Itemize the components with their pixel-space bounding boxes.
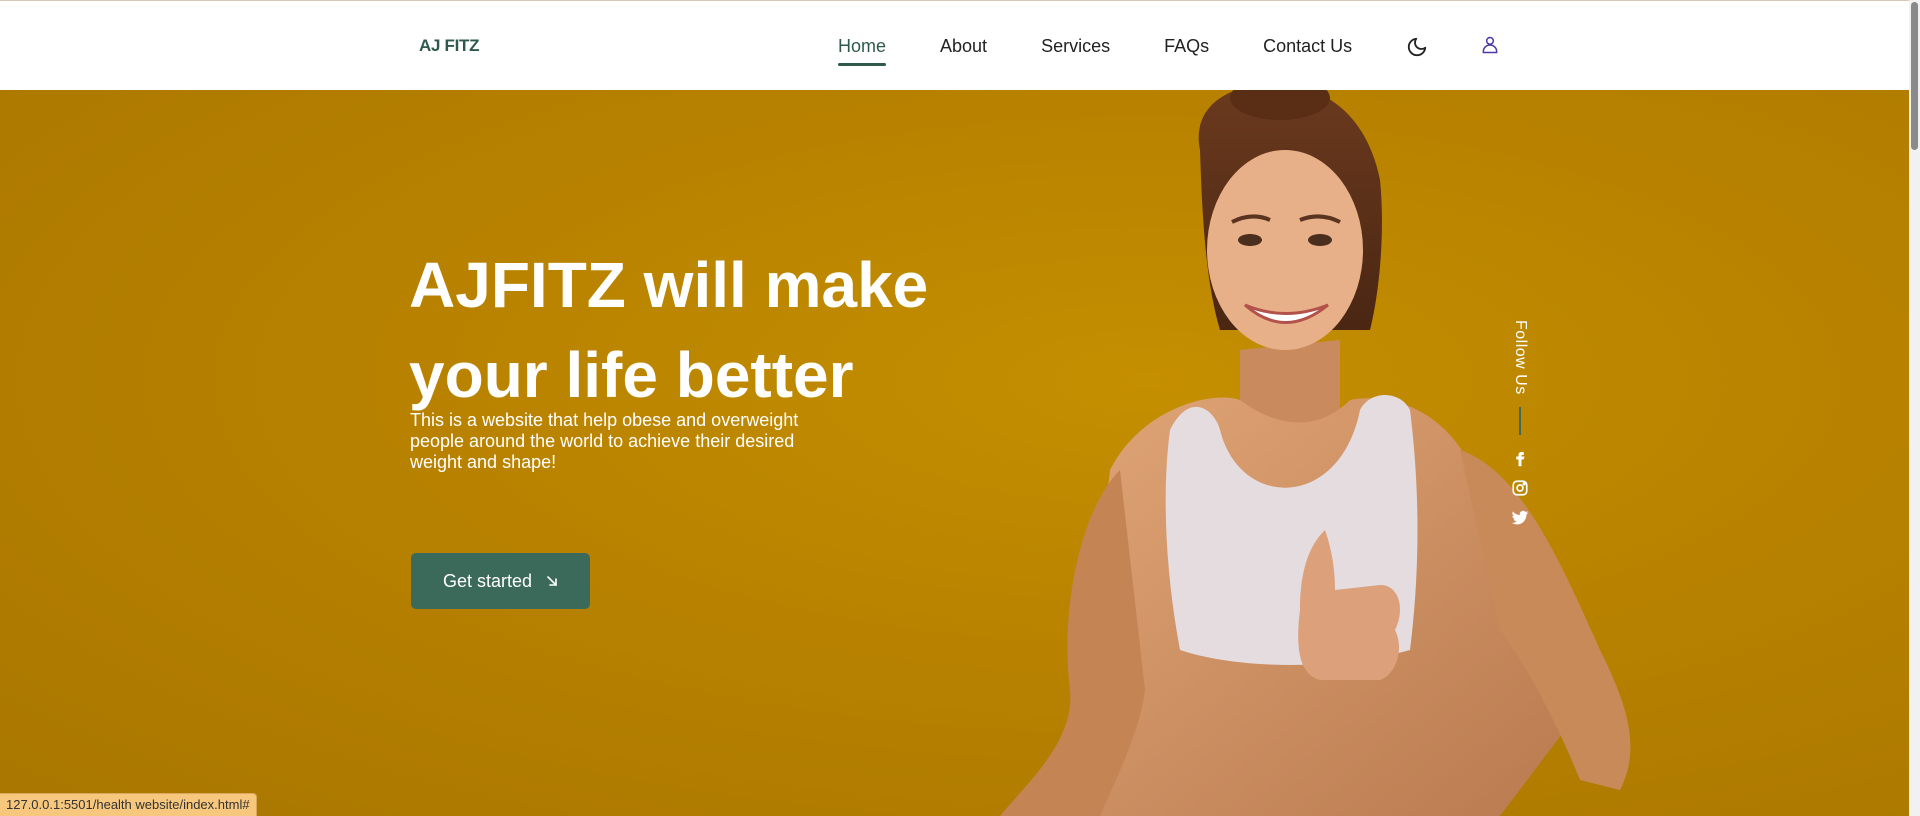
nav-faqs[interactable]: FAQs (1164, 35, 1209, 57)
nav-home[interactable]: Home (838, 35, 887, 66)
follow-us-panel: Follow Us (1508, 320, 1532, 539)
user-icon[interactable] (1480, 34, 1502, 56)
facebook-icon[interactable] (1511, 449, 1529, 467)
follow-divider (1519, 406, 1521, 435)
scrollbar-thumb[interactable] (1911, 2, 1918, 150)
get-started-label: Get started (442, 570, 533, 591)
woman-thumbs-up-photo (1000, 90, 1631, 816)
arrow-down-right-icon (546, 574, 558, 592)
nav-about[interactable]: About (940, 35, 987, 57)
instagram-icon[interactable] (1511, 479, 1529, 497)
status-bar-url: 127.0.0.1:5501/health website/index.html… (0, 793, 257, 816)
main-nav: Home About Services FAQs Contact Us (838, 35, 1406, 66)
twitter-icon[interactable] (1511, 509, 1529, 527)
site-header: AJ FITZ Home About Services FAQs Contact… (0, 1, 1909, 90)
site-logo[interactable]: AJ FITZ (419, 36, 480, 56)
nav-services[interactable]: Services (1041, 35, 1110, 57)
follow-us-label: Follow Us (1512, 320, 1529, 395)
page-scrollbar[interactable] (1909, 0, 1920, 816)
hero-title: AJFITZ will make your life better (409, 249, 929, 411)
page: AJ FITZ Home About Services FAQs Contact… (0, 0, 1920, 816)
nav-contact-us[interactable]: Contact Us (1263, 35, 1352, 57)
get-started-button[interactable]: Get started (411, 553, 590, 609)
hero-subtitle: This is a website that help obese and ov… (410, 410, 799, 472)
moon-icon[interactable] (1406, 36, 1428, 58)
hero-section: AJFITZ will make your life better This i… (0, 90, 1909, 816)
